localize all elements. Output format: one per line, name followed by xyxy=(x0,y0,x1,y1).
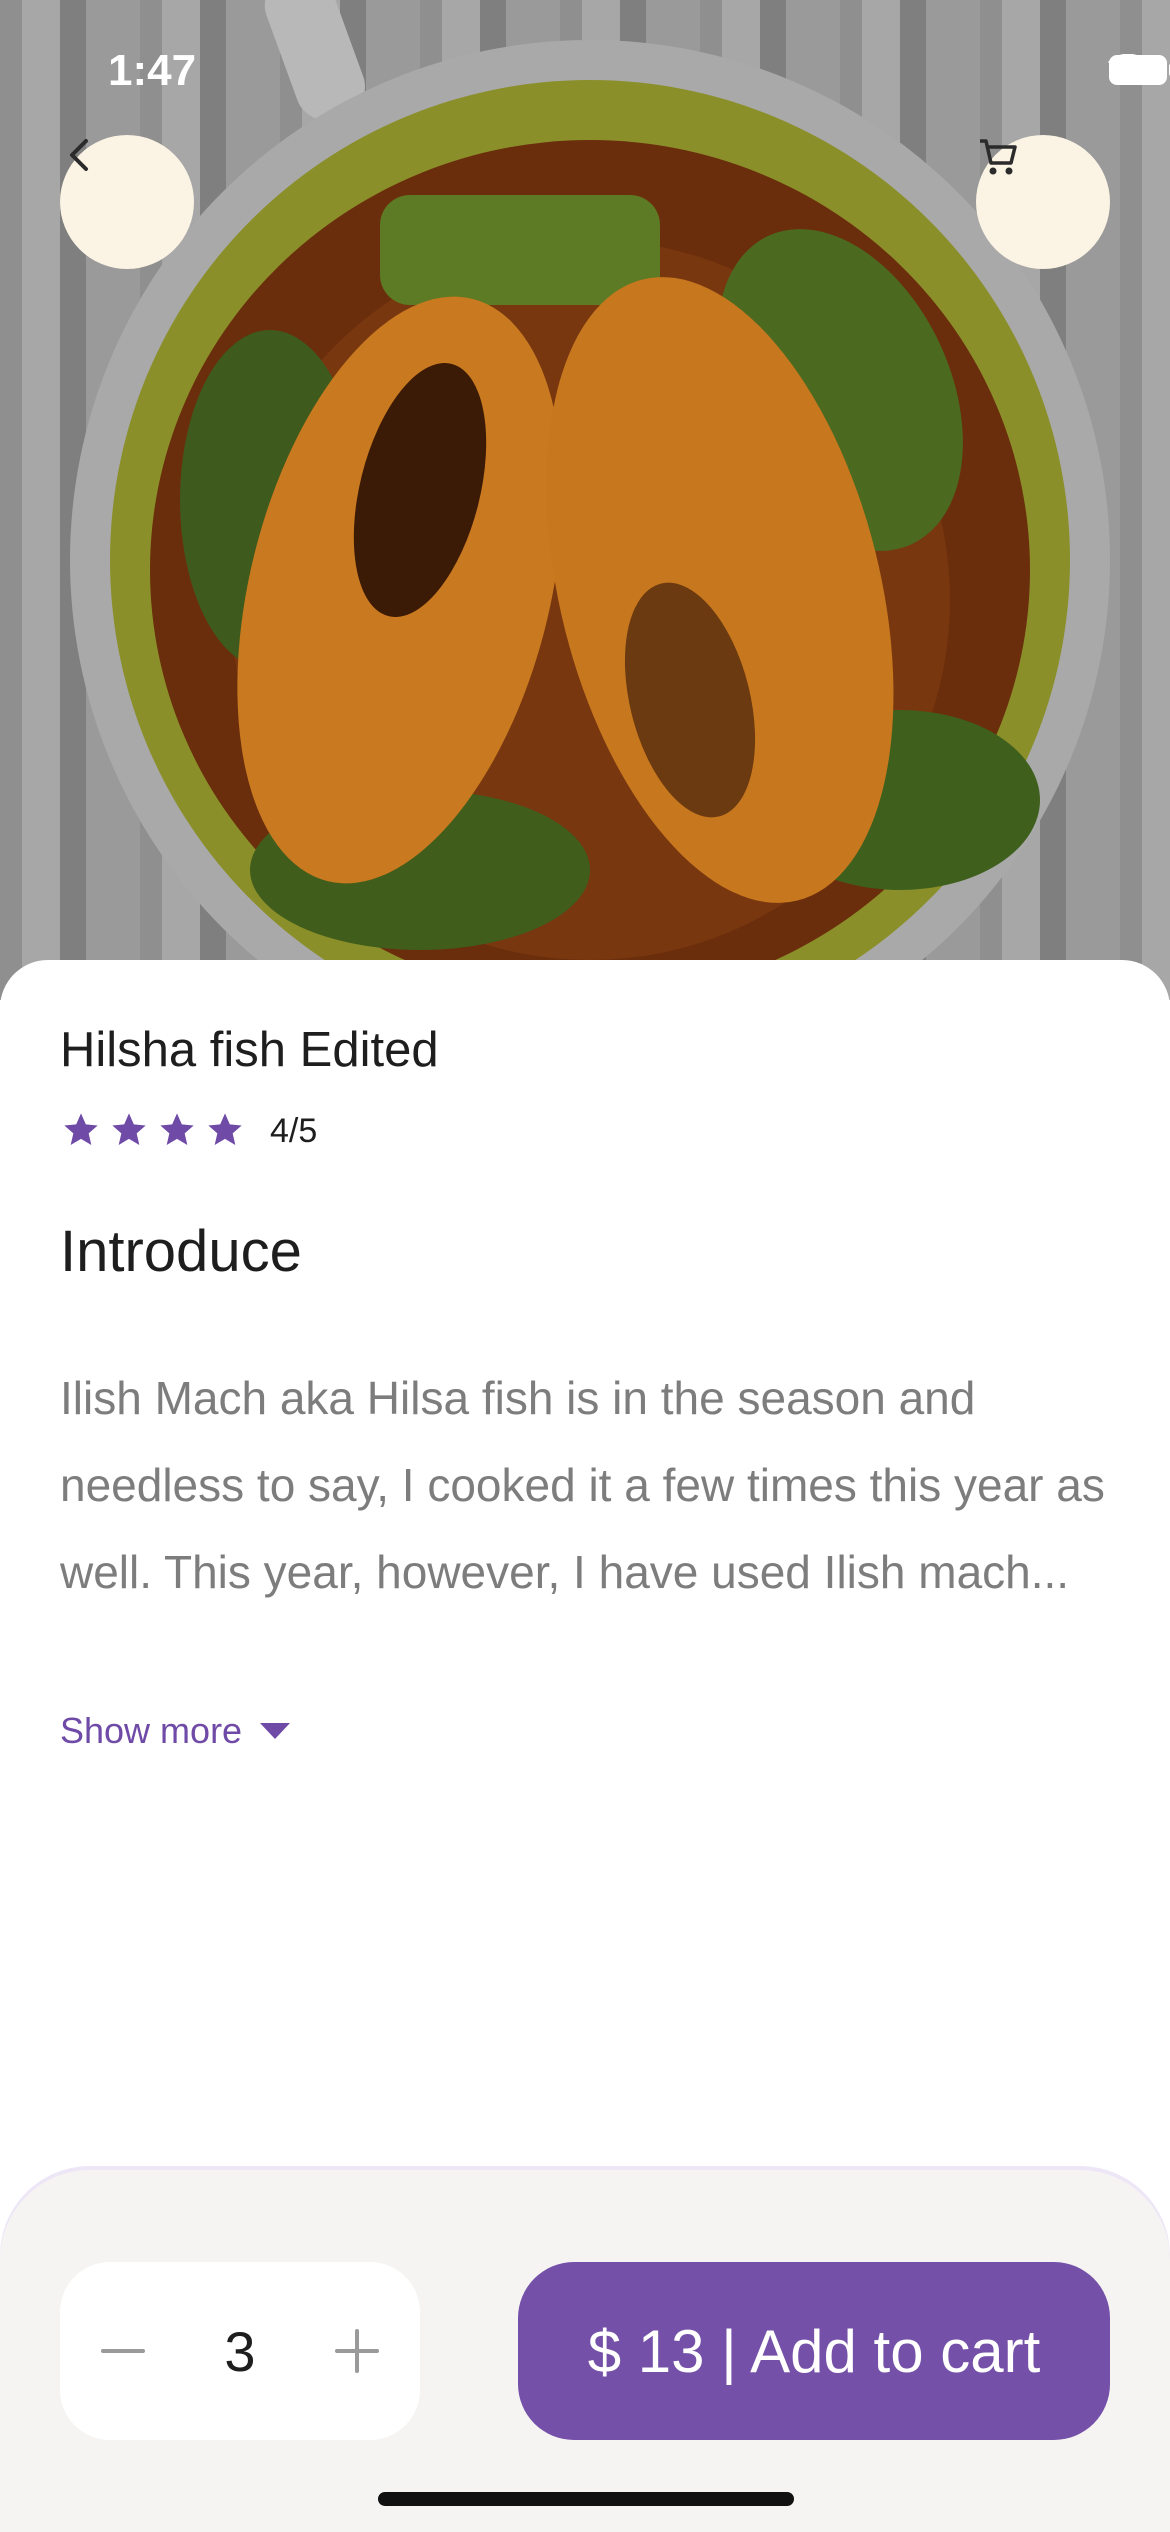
star-icon xyxy=(208,1113,242,1145)
status-time: 1:47 xyxy=(108,46,197,95)
star-icon xyxy=(64,1113,98,1145)
plus-icon[interactable] xyxy=(333,2327,381,2375)
star-icon xyxy=(160,1113,194,1145)
back-button[interactable] xyxy=(60,135,194,269)
quantity-stepper: 3 xyxy=(60,2262,420,2440)
quantity-value: 3 xyxy=(224,2319,256,2383)
hero-image: 1:47 xyxy=(0,0,1170,1000)
section-title: Introduce xyxy=(60,1219,302,1284)
show-more-label: Show more xyxy=(60,1710,243,1751)
rating-stars xyxy=(60,1110,246,1150)
minus-icon[interactable] xyxy=(99,2327,147,2375)
caret-down-icon xyxy=(260,1723,291,1739)
home-indicator xyxy=(378,2492,794,2506)
product-description: Ilish Mach aka Hilsa fish is in the seas… xyxy=(60,1372,1105,1598)
product-title: Hilsha fish Edited xyxy=(60,1023,439,1077)
cart-button[interactable] xyxy=(976,135,1110,269)
add-to-cart-button[interactable]: $ 13 | Add to cart xyxy=(518,2262,1110,2440)
battery-icon xyxy=(1109,55,1170,85)
chevron-left-icon xyxy=(70,139,88,171)
star-icon xyxy=(112,1113,146,1145)
cart-icon xyxy=(980,139,1017,175)
show-more-button[interactable]: Show more xyxy=(60,1710,291,1752)
rating-text: 4/5 xyxy=(270,1112,318,1150)
